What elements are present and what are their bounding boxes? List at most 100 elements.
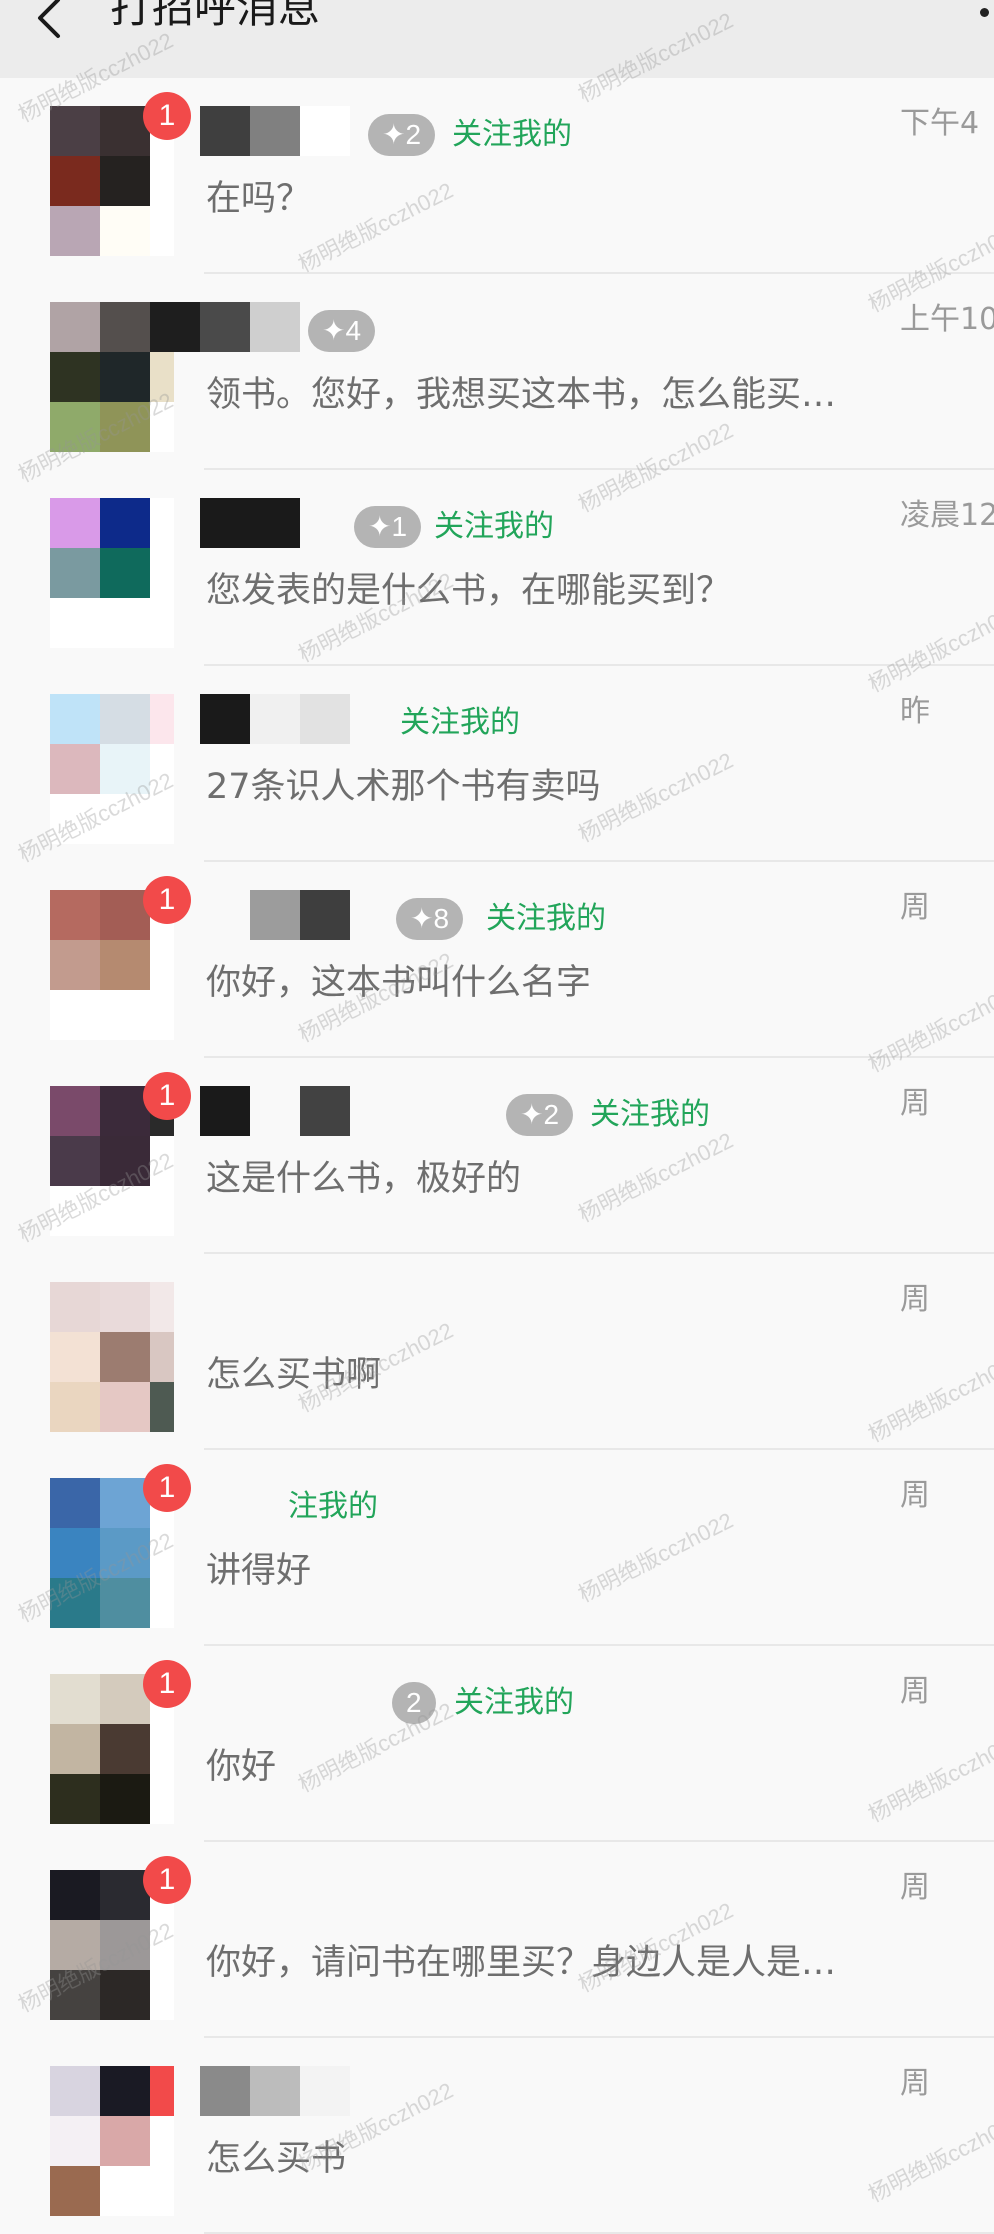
list-item[interactable]: 1 ✦2 关注我的 周这是什么书，极好的 xyxy=(0,1058,994,1254)
avatar-pixel xyxy=(150,498,174,548)
follows-me-tag: 关注我的 xyxy=(486,901,606,936)
avatar-pixel xyxy=(150,1920,174,1970)
name-mosaic-block xyxy=(250,106,300,156)
list-item[interactable]: 关注我的 昨 27条识人术那个书有卖吗 xyxy=(0,666,994,862)
avatar-pixel xyxy=(50,1186,100,1236)
avatar-pixel xyxy=(50,598,100,648)
name-mosaic-block xyxy=(250,498,300,548)
avatar-pixel xyxy=(100,1528,150,1578)
name-mosaic-block xyxy=(300,1674,350,1724)
avatar[interactable] xyxy=(50,694,174,844)
unread-badge: 1 xyxy=(143,1660,191,1708)
name-mosaic-block xyxy=(250,1282,300,1332)
avatar-pixel xyxy=(150,1136,174,1186)
avatar-pixel xyxy=(150,2116,174,2166)
avatar[interactable] xyxy=(50,1282,174,1432)
list-item[interactable]: 周怎么买书啊 xyxy=(0,1254,994,1450)
sender-name-redacted xyxy=(200,106,350,156)
follows-me-tag: 关注我的 xyxy=(454,1685,574,1720)
sender-name-redacted xyxy=(200,1870,350,1920)
level-badge: ✦8 xyxy=(396,898,464,940)
unread-badge: 1 xyxy=(143,1072,191,1120)
avatar-pixel xyxy=(150,2166,174,2216)
avatar-pixel xyxy=(50,1282,100,1332)
avatar-pixel xyxy=(50,1382,100,1432)
avatar-pixel xyxy=(50,890,100,940)
list-item[interactable]: 1 注我的 周讲得好 xyxy=(0,1450,994,1646)
message-time: 周 xyxy=(900,1674,930,1709)
name-mosaic-block xyxy=(250,1870,300,1920)
avatar-pixel xyxy=(50,940,100,990)
unread-badge: 1 xyxy=(143,1464,191,1512)
avatar-pixel xyxy=(50,1870,100,1920)
list-item[interactable]: ✦4 上午10 领书。您好，我想买这本书，怎么能买… xyxy=(0,274,994,470)
avatar-pixel xyxy=(100,1332,150,1382)
avatar-pixel xyxy=(100,1578,150,1628)
unread-badge: 1 xyxy=(143,1856,191,1904)
avatar-pixel xyxy=(100,1774,150,1824)
level-badge: ✦2 xyxy=(368,114,436,156)
sender-name-redacted xyxy=(200,694,350,744)
avatar-pixel xyxy=(150,598,174,648)
avatar-pixel xyxy=(150,1724,174,1774)
avatar-pixel xyxy=(100,402,150,452)
follows-me-tag: 关注我的 xyxy=(590,1097,710,1132)
list-item[interactable]: 1 周你好，请问书在哪里买？身边人是人是… xyxy=(0,1842,994,2038)
list-item[interactable]: ✦1 关注我的 凌晨12 您发表的是什么书，在哪能买到？ xyxy=(0,470,994,666)
avatar-pixel xyxy=(150,548,174,598)
name-mosaic-block xyxy=(300,1870,350,1920)
avatar-pixel xyxy=(100,156,150,206)
menu-dot-icon[interactable] xyxy=(980,8,989,17)
avatar-pixel xyxy=(50,1578,100,1628)
level-badge: ✦2 xyxy=(506,1094,574,1136)
list-item[interactable]: 1 ✦2 关注我的 下午4 在吗？ xyxy=(0,78,994,274)
message-time: 周 xyxy=(900,1282,930,1317)
message-preview: 怎么买书 xyxy=(206,2139,347,2179)
avatar[interactable] xyxy=(50,498,174,648)
message-preview: 领书。您好，我想买这本书，怎么能买… xyxy=(206,375,837,415)
avatar-pixel xyxy=(100,2166,150,2216)
avatar-pixel xyxy=(50,302,100,352)
list-item[interactable]: 1 ✦8 关注我的 周你好，这本书叫什么名字 xyxy=(0,862,994,1058)
list-item[interactable]: 1 2 关注我的 周你好 xyxy=(0,1646,994,1842)
follows-me-tag: 注我的 xyxy=(288,1489,378,1524)
avatar-pixel xyxy=(50,106,100,156)
message-preview: 讲得好 xyxy=(206,1551,312,1591)
name-mosaic-block xyxy=(250,1674,300,1724)
list-item[interactable]: 周怎么买书 xyxy=(0,2038,994,2234)
name-mosaic-block xyxy=(250,302,300,352)
back-button[interactable] xyxy=(30,0,80,46)
avatar-pixel xyxy=(100,1970,150,2020)
name-mosaic-block xyxy=(250,1086,300,1136)
avatar-pixel xyxy=(50,1724,100,1774)
message-time: 周 xyxy=(900,1870,930,1905)
avatar-pixel xyxy=(50,2116,100,2166)
name-mosaic-block xyxy=(200,890,250,940)
avatar-pixel xyxy=(150,1382,174,1432)
greeting-message-list: 1 ✦2 关注我的 下午4 在吗？ ✦4 上午10 领书。您好，我想买这本书，怎么能买… ✦1 关… xyxy=(0,78,994,2234)
name-mosaic-block xyxy=(250,694,300,744)
name-mosaic-block xyxy=(200,1086,250,1136)
avatar[interactable] xyxy=(50,2066,174,2216)
avatar-pixel xyxy=(50,402,100,452)
name-mosaic-block xyxy=(150,302,200,352)
sender-name-redacted xyxy=(200,1674,350,1724)
avatar-pixel xyxy=(150,1282,174,1332)
message-preview: 你好 xyxy=(206,1747,277,1787)
avatar-pixel xyxy=(50,1136,100,1186)
avatar-pixel xyxy=(50,2066,100,2116)
avatar-pixel xyxy=(50,1774,100,1824)
avatar-pixel xyxy=(50,1528,100,1578)
avatar-pixel xyxy=(150,940,174,990)
avatar-pixel xyxy=(150,402,174,452)
name-mosaic-block xyxy=(300,694,350,744)
avatar-pixel xyxy=(100,1282,150,1332)
avatar-pixel xyxy=(50,794,100,844)
avatar-pixel xyxy=(100,694,150,744)
message-preview: 您发表的是什么书，在哪能买到？ xyxy=(206,571,732,611)
avatar-pixel xyxy=(150,1774,174,1824)
avatar-pixel xyxy=(150,794,174,844)
sender-name-redacted xyxy=(150,302,300,352)
header-bar: 打招呼消息 xyxy=(0,0,994,78)
avatar-pixel xyxy=(100,1382,150,1432)
